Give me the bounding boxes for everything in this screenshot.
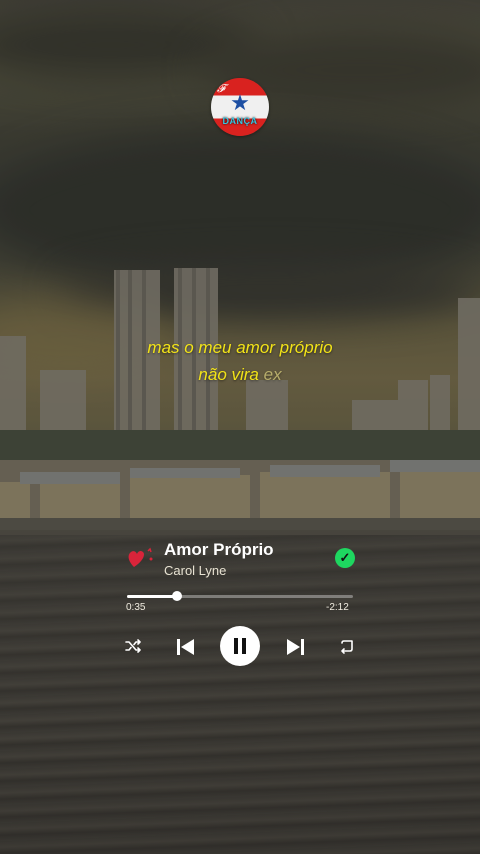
- skip-next-icon[interactable]: [285, 636, 307, 658]
- skip-previous-icon[interactable]: [174, 636, 196, 658]
- shuffle-icon[interactable]: [123, 636, 143, 656]
- album-cover[interactable]: [126, 545, 156, 571]
- lyric-current: não vira: [198, 365, 259, 384]
- play-pause-button[interactable]: [220, 626, 260, 666]
- elapsed-time: 0:35: [126, 602, 146, 613]
- channel-logo: 𝓕 ★ DANÇA: [211, 78, 269, 136]
- lyric-upcoming: ex: [263, 365, 282, 384]
- track-artist[interactable]: Carol Lyne: [164, 563, 226, 578]
- progress-fill: [127, 595, 177, 598]
- pause-icon: [234, 638, 246, 654]
- lyric-line-1: mas o meu amor próprio: [147, 338, 333, 357]
- remaining-time: -2:12: [326, 602, 349, 613]
- lyric-line-2: não vira ex: [0, 365, 480, 385]
- progress-bar[interactable]: [127, 591, 353, 601]
- progress-knob[interactable]: [171, 591, 182, 601]
- logo-label: DANÇA: [222, 116, 258, 126]
- track-title[interactable]: Amor Próprio: [164, 540, 274, 560]
- saved-check-icon[interactable]: ✓: [335, 548, 355, 568]
- repeat-icon[interactable]: [337, 636, 357, 656]
- star-icon: ★: [230, 90, 250, 115]
